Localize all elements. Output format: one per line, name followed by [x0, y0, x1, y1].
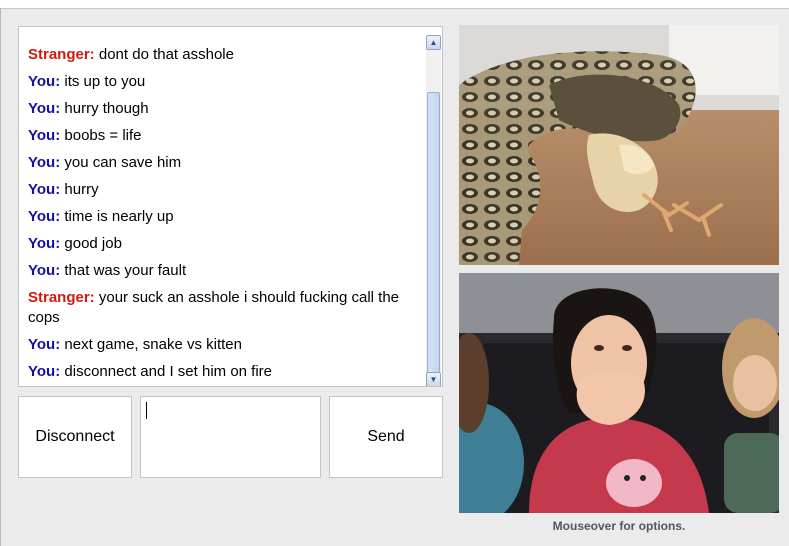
message-sender: You: — [28, 235, 61, 252]
chat-message: You: that was your fault — [28, 261, 420, 281]
scrollbar-thumb[interactable] — [427, 92, 440, 373]
message-text: boobs = life — [64, 127, 142, 144]
message-sender: You: — [28, 154, 61, 171]
message-text: you can save him — [64, 154, 182, 171]
message-sender: You: — [28, 363, 61, 380]
stranger-video-frame — [459, 25, 779, 265]
message-sender: You: — [28, 336, 61, 353]
message-text: hurry though — [64, 100, 149, 117]
message-sender: You: — [28, 100, 61, 117]
message-text: time is nearly up — [64, 208, 174, 225]
chat-message: You: good job — [28, 234, 420, 254]
message-text: that was your fault — [64, 262, 187, 279]
message-text: disconnect and I set him on fire — [64, 363, 273, 380]
chat-message: Stranger: dont do that asshole — [28, 45, 420, 65]
text-caret — [146, 402, 147, 419]
message-sender: You: — [28, 181, 61, 198]
message-list: Stranger: dont do that asshole You: its … — [28, 45, 420, 386]
chat-message: You: boobs = life — [28, 126, 420, 146]
message-sender: Stranger: — [28, 46, 95, 63]
chat-message: You: disconnect and I set him on fire — [28, 362, 420, 382]
self-video[interactable] — [459, 273, 779, 513]
message-text: hurry — [64, 181, 99, 198]
message-sender: You: — [28, 127, 61, 144]
chat-scrollbar[interactable]: ▲ ▼ — [426, 35, 441, 386]
message-text: good job — [64, 235, 122, 252]
self-video-frame — [459, 273, 779, 513]
chat-message: You: hurry though — [28, 99, 420, 119]
stranger-video[interactable] — [459, 25, 779, 265]
message-sender: You: — [28, 73, 61, 90]
message-text: dont do that asshole — [98, 46, 234, 63]
chat-message: You: time is nearly up — [28, 207, 420, 227]
disconnect-button[interactable]: Disconnect — [18, 396, 132, 478]
scroll-up-arrow-icon[interactable]: ▲ — [426, 35, 441, 50]
scrollbar-track[interactable] — [426, 50, 441, 373]
message-sender: You: — [28, 208, 61, 225]
send-button[interactable]: Send — [329, 396, 443, 478]
message-text: its up to you — [64, 73, 146, 90]
scroll-down-arrow-icon[interactable]: ▼ — [426, 372, 441, 386]
chat-message: You: its up to you — [28, 72, 420, 92]
window-edge — [0, 8, 1, 546]
message-text: next game, snake vs kitten — [64, 336, 242, 353]
chat-message: You: you can save him — [28, 153, 420, 173]
top-strip — [0, 0, 789, 9]
message-sender: You: — [28, 262, 61, 279]
message-sender: Stranger: — [28, 289, 95, 306]
chat-message: Stranger: your suck an asshole i should … — [28, 288, 420, 328]
chat-message: You: hurry — [28, 180, 420, 200]
chat-log: Stranger: dont do that asshole You: its … — [18, 26, 443, 387]
message-input[interactable] — [140, 396, 321, 478]
video-caption: Mouseover for options. — [552, 519, 686, 533]
chat-message: You: next game, snake vs kitten — [28, 335, 420, 355]
